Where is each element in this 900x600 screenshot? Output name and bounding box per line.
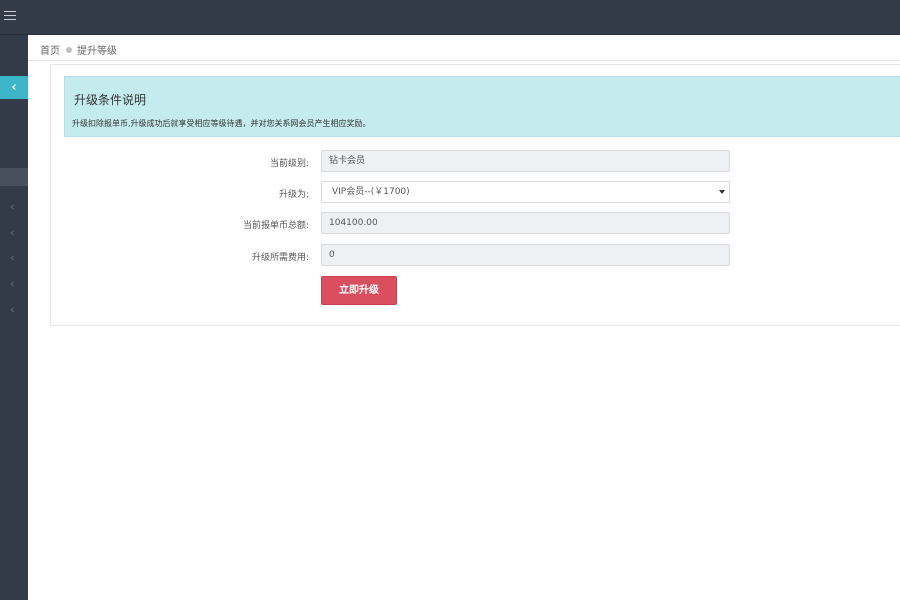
breadcrumb-current: 提升等级 <box>77 46 117 57</box>
fee-label: 升级所需费用: <box>251 253 309 263</box>
notice-title: 升级条件说明 <box>74 93 147 107</box>
sidebar-collapse-button[interactable]: ‹ <box>0 76 28 99</box>
chevron-left-icon[interactable]: ‹ <box>10 227 14 239</box>
breadcrumb-home-link[interactable]: 首页 <box>40 42 60 57</box>
chevron-left-icon: ‹ <box>11 80 17 95</box>
upgrade-level-select[interactable]: VIP会员--(￥1700) <box>321 181 730 203</box>
upgrade-level-selected-value: VIP会员--(￥1700) <box>332 187 410 197</box>
current-level-field: 钻卡会员 <box>321 150 730 172</box>
top-navbar <box>0 0 900 35</box>
breadcrumb: 首页 提升等级 <box>40 42 117 57</box>
upgrade-to-label: 升级为: <box>278 190 309 200</box>
balance-field: 104100.00 <box>321 212 730 234</box>
upgrade-notice: 升级条件说明 升级扣除报单币,升级成功后就享受相应等级待遇，并对您关系网会员产生… <box>64 76 900 137</box>
upgrade-panel: 升级条件说明 升级扣除报单币,升级成功后就享受相应等级待遇，并对您关系网会员产生… <box>50 64 900 326</box>
hamburger-icon[interactable] <box>4 11 16 23</box>
divider <box>28 60 900 61</box>
notice-description: 升级扣除报单币,升级成功后就享受相应等级待遇，并对您关系网会员产生相应奖励。 <box>72 119 371 128</box>
caret-down-icon <box>719 190 725 194</box>
sidebar: ‹ ‹ ‹ ‹ ‹ ‹ <box>0 35 28 600</box>
fee-field: 0 <box>321 244 730 266</box>
current-level-label: 当前级别: <box>269 159 309 169</box>
chevron-left-icon[interactable]: ‹ <box>10 304 14 316</box>
upgrade-now-button[interactable]: 立即升级 <box>321 276 397 305</box>
sidebar-item-active[interactable] <box>0 168 28 186</box>
chevron-left-icon[interactable]: ‹ <box>10 252 14 264</box>
main-content: 首页 提升等级 升级条件说明 升级扣除报单币,升级成功后就享受相应等级待遇，并对… <box>28 35 900 600</box>
chevron-left-icon[interactable]: ‹ <box>10 278 14 290</box>
balance-label: 当前报单币总额: <box>242 221 309 231</box>
breadcrumb-separator-icon <box>66 46 72 53</box>
chevron-left-icon[interactable]: ‹ <box>10 201 14 213</box>
